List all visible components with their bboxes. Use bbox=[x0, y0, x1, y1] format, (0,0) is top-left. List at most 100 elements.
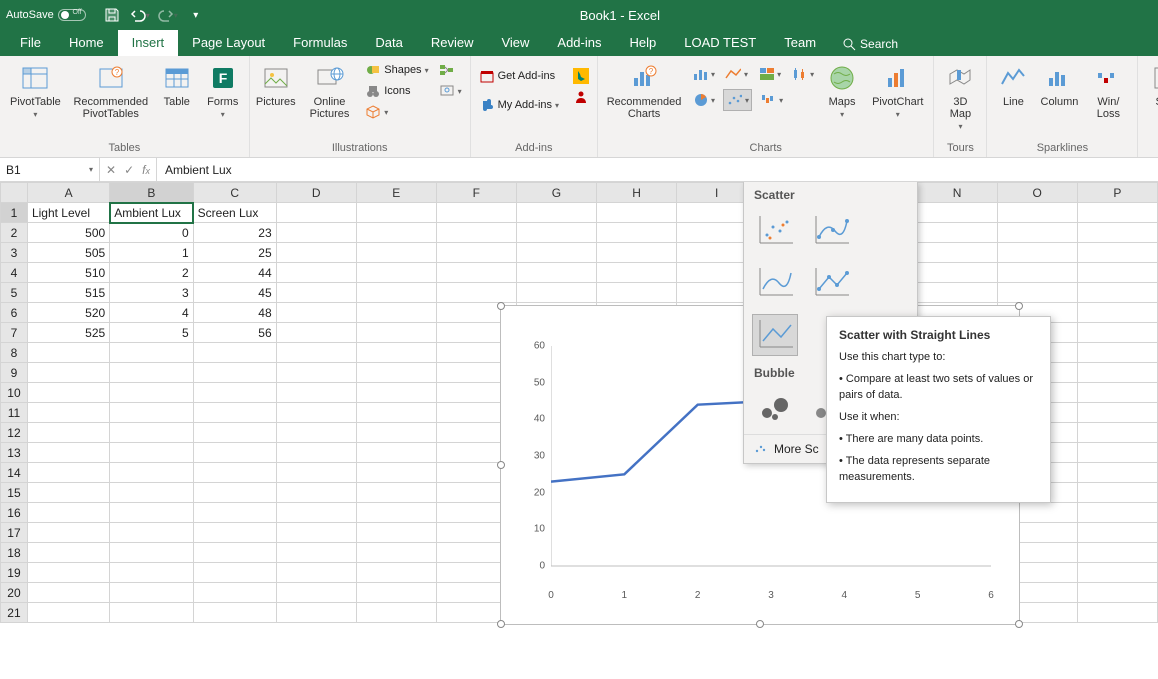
cell[interactable] bbox=[110, 423, 193, 443]
bing-maps-button[interactable] bbox=[571, 66, 591, 86]
cell[interactable] bbox=[356, 463, 436, 483]
cell[interactable]: 500 bbox=[27, 223, 109, 243]
3dmap-button[interactable]: 3D Map▾ bbox=[940, 60, 980, 133]
cell[interactable] bbox=[356, 403, 436, 423]
cell[interactable]: 23 bbox=[193, 223, 276, 243]
grid-row[interactable]: 1Light LevelAmbient LuxScreen Lux bbox=[1, 203, 1158, 223]
cell[interactable] bbox=[193, 483, 276, 503]
row-header[interactable]: 19 bbox=[1, 563, 28, 583]
cell[interactable] bbox=[27, 503, 109, 523]
tab-page-layout[interactable]: Page Layout bbox=[178, 30, 279, 56]
cell[interactable] bbox=[516, 203, 596, 223]
sparkline-winloss-button[interactable]: Win/ Loss bbox=[1085, 60, 1131, 122]
cell[interactable] bbox=[1077, 443, 1157, 463]
cell[interactable]: 520 bbox=[27, 303, 109, 323]
recommended-pivot-button[interactable]: ? Recommended PivotTables bbox=[71, 60, 151, 122]
cell[interactable] bbox=[997, 203, 1077, 223]
cell[interactable] bbox=[276, 343, 356, 363]
cell[interactable] bbox=[356, 323, 436, 343]
row-header[interactable]: 20 bbox=[1, 583, 28, 603]
cell[interactable] bbox=[27, 603, 109, 623]
tab-team[interactable]: Team bbox=[770, 30, 830, 56]
cell[interactable] bbox=[597, 283, 677, 303]
row-header[interactable]: 7 bbox=[1, 323, 28, 343]
cell[interactable] bbox=[1077, 383, 1157, 403]
maps-button[interactable]: Maps▾ bbox=[822, 60, 862, 121]
col-header[interactable]: D bbox=[276, 183, 356, 203]
cell[interactable] bbox=[917, 283, 997, 303]
cell[interactable] bbox=[356, 223, 436, 243]
smartart-button[interactable] bbox=[437, 60, 464, 80]
save-button[interactable] bbox=[100, 3, 124, 27]
scatter-straight-markers-option[interactable] bbox=[808, 262, 854, 304]
grid-row[interactable]: 3505125 bbox=[1, 243, 1158, 263]
cell[interactable] bbox=[276, 543, 356, 563]
cell[interactable] bbox=[27, 423, 109, 443]
enter-formula-button[interactable]: ✓ bbox=[124, 163, 134, 177]
cell[interactable]: 0 bbox=[110, 223, 193, 243]
scatter-chart-button[interactable]: ▾ bbox=[723, 89, 752, 111]
cell[interactable] bbox=[917, 243, 997, 263]
row-header[interactable]: 15 bbox=[1, 483, 28, 503]
tab-review[interactable]: Review bbox=[417, 30, 488, 56]
resize-handle[interactable] bbox=[497, 620, 505, 628]
cell[interactable] bbox=[597, 223, 677, 243]
cell[interactable] bbox=[110, 583, 193, 603]
slicer-button[interactable]: Slic bbox=[1144, 60, 1158, 110]
select-all-button[interactable] bbox=[1, 183, 28, 203]
bubble-option[interactable] bbox=[752, 388, 798, 430]
qat-customize[interactable]: ▾ bbox=[184, 3, 208, 27]
resize-handle[interactable] bbox=[1015, 302, 1023, 310]
cell[interactable] bbox=[276, 243, 356, 263]
cell[interactable]: 5 bbox=[110, 323, 193, 343]
cell[interactable] bbox=[276, 223, 356, 243]
cell[interactable]: 505 bbox=[27, 243, 109, 263]
cell[interactable] bbox=[193, 543, 276, 563]
fx-button[interactable]: fx bbox=[142, 163, 150, 177]
cell[interactable] bbox=[27, 523, 109, 543]
cell[interactable] bbox=[1077, 243, 1157, 263]
cell[interactable] bbox=[997, 243, 1077, 263]
search-box[interactable]: Search bbox=[830, 32, 910, 56]
tab-load-test[interactable]: LOAD TEST bbox=[670, 30, 770, 56]
tab-insert[interactable]: Insert bbox=[118, 30, 179, 56]
cell[interactable] bbox=[193, 463, 276, 483]
cell[interactable] bbox=[516, 283, 596, 303]
cell[interactable] bbox=[356, 543, 436, 563]
cell[interactable] bbox=[276, 363, 356, 383]
cell[interactable] bbox=[276, 483, 356, 503]
cell[interactable] bbox=[917, 203, 997, 223]
col-header[interactable]: N bbox=[917, 183, 997, 203]
tab-data[interactable]: Data bbox=[361, 30, 416, 56]
cell[interactable] bbox=[436, 203, 516, 223]
cell[interactable] bbox=[356, 243, 436, 263]
cell[interactable] bbox=[597, 203, 677, 223]
row-header[interactable]: 16 bbox=[1, 503, 28, 523]
col-header[interactable]: C bbox=[193, 183, 276, 203]
row-header[interactable]: 14 bbox=[1, 463, 28, 483]
my-addins-button[interactable]: My Add-ins ▾ bbox=[477, 95, 561, 115]
column-chart-button[interactable]: ▾ bbox=[690, 64, 717, 84]
stat-chart-button[interactable]: ▾ bbox=[789, 64, 816, 84]
col-header[interactable]: O bbox=[997, 183, 1077, 203]
row-header[interactable]: 11 bbox=[1, 403, 28, 423]
cell[interactable] bbox=[276, 283, 356, 303]
redo-button[interactable]: ▾ bbox=[156, 3, 180, 27]
cell[interactable] bbox=[27, 443, 109, 463]
cell[interactable] bbox=[193, 383, 276, 403]
resize-handle[interactable] bbox=[1015, 620, 1023, 628]
cell[interactable] bbox=[276, 403, 356, 423]
3dmodels-button[interactable]: ▾ bbox=[363, 102, 430, 122]
col-header[interactable]: P bbox=[1077, 183, 1157, 203]
hierarchy-chart-button[interactable]: ▾ bbox=[756, 64, 783, 84]
cell[interactable] bbox=[110, 383, 193, 403]
cell[interactable] bbox=[193, 343, 276, 363]
cell[interactable] bbox=[27, 583, 109, 603]
cell[interactable] bbox=[1077, 463, 1157, 483]
cell[interactable] bbox=[193, 603, 276, 623]
bubble-3d-option[interactable] bbox=[808, 388, 828, 430]
cell[interactable] bbox=[110, 503, 193, 523]
column-headers[interactable]: A B C D E F G H I J M N O P bbox=[1, 183, 1158, 203]
pivotchart-button[interactable]: PivotChart▾ bbox=[868, 60, 927, 121]
cell[interactable] bbox=[193, 403, 276, 423]
